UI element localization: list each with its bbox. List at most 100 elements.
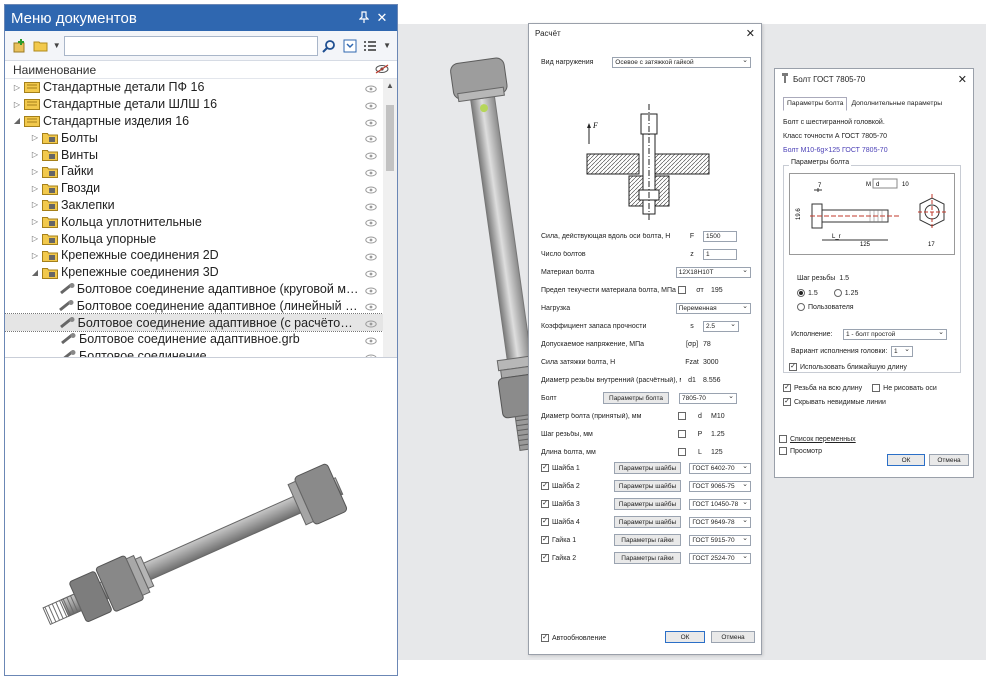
view-options-icon[interactable] — [362, 37, 380, 55]
part-enable-checkbox[interactable]: ✓ — [541, 554, 549, 562]
visibility-eye-icon[interactable] — [365, 334, 377, 348]
part-standard-select[interactable]: ГОСТ 10450-78 — [689, 498, 751, 510]
part-enable-checkbox[interactable]: ✓ — [541, 482, 549, 490]
execution-select[interactable]: 1 - болт простой — [843, 329, 947, 340]
visibility-eye-icon[interactable] — [365, 99, 377, 113]
vars-list-label[interactable]: Список переменных — [790, 436, 856, 443]
bolt-params-button[interactable]: Параметры болта — [603, 392, 669, 404]
scrollbar-thumb[interactable] — [386, 105, 394, 171]
param-override-checkbox[interactable] — [678, 286, 686, 294]
tree-item[interactable]: Болтовое соединение адаптивное (линейный… — [5, 297, 397, 314]
expand-toggle-icon[interactable]: ▷ — [29, 217, 41, 226]
tree-item[interactable]: ▷ Заклепки — [5, 197, 397, 214]
param-override-checkbox[interactable] — [678, 448, 686, 456]
param-override-checkbox[interactable] — [678, 412, 686, 420]
load-type-select[interactable]: Осевое с затяжкой гайкой — [612, 56, 751, 68]
part-standard-select[interactable]: ГОСТ 6402-70 — [689, 462, 751, 474]
visibility-eye-icon[interactable] — [365, 216, 377, 230]
expand-toggle-icon[interactable]: ▷ — [29, 184, 41, 193]
preview-checkbox[interactable] — [779, 447, 787, 455]
part-params-button[interactable]: Параметры шайбы — [613, 516, 682, 528]
expand-toggle-icon[interactable]: ▷ — [29, 234, 41, 243]
close-icon[interactable]: ✕ — [373, 10, 391, 26]
column-header-name[interactable]: Наименование — [13, 63, 96, 77]
expand-toggle-icon[interactable]: ▷ — [29, 251, 41, 260]
param-value[interactable]: 1500 — [703, 230, 737, 242]
tree-item[interactable]: ▷ Крепежные соединения 2D — [5, 247, 397, 264]
tree-item[interactable]: ▷ Гвозди — [5, 180, 397, 197]
nearest-length-checkbox[interactable]: ✓ — [789, 363, 797, 371]
param-value[interactable]: 2.5 — [703, 320, 739, 332]
chevron-down-icon[interactable]: ▼ — [383, 41, 391, 50]
visibility-toggle-icon[interactable] — [375, 63, 389, 77]
part-params-button[interactable]: Параметры гайки — [613, 552, 682, 564]
tree-item[interactable]: ◢ Крепежные соединения 3D — [5, 264, 397, 281]
part-enable-checkbox[interactable]: ✓ — [541, 464, 549, 472]
visibility-eye-icon[interactable] — [365, 82, 377, 96]
tree-item[interactable]: ▷ Стандартные детали ШЛШ 16 — [5, 96, 397, 113]
cancel-button[interactable]: Отмена — [929, 454, 969, 466]
visibility-eye-icon[interactable] — [365, 166, 377, 180]
visibility-eye-icon[interactable] — [365, 132, 377, 146]
expand-toggle-icon[interactable]: ▷ — [29, 150, 41, 159]
part-standard-select[interactable]: ГОСТ 5915-70 — [689, 534, 751, 546]
visibility-eye-icon[interactable] — [365, 317, 377, 331]
tree-item[interactable]: ▷ Стандартные детали ПФ 16 — [5, 79, 397, 96]
tab-bolt-params[interactable]: Параметры болта — [783, 97, 848, 111]
open-folder-icon[interactable] — [32, 37, 50, 55]
tree-item[interactable]: Болтовое соединение адаптивное (с расчёт… — [5, 313, 397, 332]
new-document-icon[interactable] — [11, 37, 29, 55]
part-standard-select[interactable]: ГОСТ 9649-78 — [689, 516, 751, 528]
visibility-eye-icon[interactable] — [365, 116, 377, 130]
tree-item[interactable]: Болтовое соединение адаптивное.grb — [5, 331, 397, 348]
part-enable-checkbox[interactable]: ✓ — [541, 518, 549, 526]
part-standard-select[interactable]: ГОСТ 9065-75 — [689, 480, 751, 492]
part-params-button[interactable]: Параметры шайбы — [613, 498, 682, 510]
expand-toggle-icon[interactable]: ▷ — [29, 167, 41, 176]
cancel-button[interactable]: Отмена — [711, 631, 755, 643]
expand-toggle-icon[interactable]: ◢ — [29, 268, 41, 277]
auto-update-checkbox[interactable]: ✓ — [541, 634, 549, 642]
visibility-eye-icon[interactable] — [365, 183, 377, 197]
no-axes-checkbox[interactable] — [872, 384, 881, 392]
search-icon[interactable] — [321, 37, 339, 55]
expand-toggle-icon[interactable]: ▷ — [29, 200, 41, 209]
param-value[interactable]: Переменная — [675, 302, 751, 314]
tree-item[interactable]: ▷ Кольца уплотнительные — [5, 213, 397, 230]
filter-icon[interactable] — [341, 37, 359, 55]
close-icon[interactable]: ✕ — [958, 73, 967, 86]
expand-toggle-icon[interactable]: ▷ — [11, 83, 23, 92]
visibility-eye-icon[interactable] — [365, 250, 377, 264]
pitch-radio-1[interactable] — [797, 289, 805, 297]
part-params-button[interactable]: Параметры гайки — [613, 534, 682, 546]
tree-item[interactable]: ▷ Винты — [5, 146, 397, 163]
part-enable-checkbox[interactable]: ✓ — [541, 500, 549, 508]
tree-item[interactable]: ◢ Стандартные изделия 16 — [5, 113, 397, 130]
pin-icon[interactable] — [355, 10, 373, 26]
expand-toggle-icon[interactable]: ▷ — [11, 100, 23, 109]
param-override-checkbox[interactable] — [678, 430, 686, 438]
tree-item[interactable]: ▷ Кольца упорные — [5, 230, 397, 247]
hide-lines-checkbox[interactable]: ✓ — [783, 398, 791, 406]
chevron-down-icon[interactable]: ▼ — [53, 41, 61, 50]
visibility-eye-icon[interactable] — [365, 267, 377, 281]
bolt-standard-select[interactable]: 7805-70 — [679, 392, 737, 404]
tree-item[interactable]: ▷ Гайки — [5, 163, 397, 180]
part-params-button[interactable]: Параметры шайбы — [613, 480, 682, 492]
part-params-button[interactable]: Параметры шайбы — [613, 462, 682, 474]
tree-item[interactable]: Болтовое соединение адаптивное (круговой… — [5, 281, 397, 298]
expand-toggle-icon[interactable]: ◢ — [11, 116, 23, 125]
ok-button[interactable]: ОК — [665, 631, 705, 643]
visibility-eye-icon[interactable] — [365, 233, 377, 247]
scroll-up-icon[interactable]: ▲ — [383, 81, 397, 90]
part-enable-checkbox[interactable]: ✓ — [541, 536, 549, 544]
part-standard-select[interactable]: ГОСТ 2524-70 — [689, 552, 751, 564]
param-value[interactable]: 1 — [703, 248, 737, 260]
visibility-eye-icon[interactable] — [365, 149, 377, 163]
pitch-radio-user[interactable] — [797, 303, 805, 311]
visibility-eye-icon[interactable] — [365, 200, 377, 214]
ok-button[interactable]: ОК — [887, 454, 925, 466]
tree-scrollbar[interactable]: ▲ ▼ — [383, 79, 397, 369]
tree-item[interactable]: ▷ Болты — [5, 129, 397, 146]
visibility-eye-icon[interactable] — [365, 300, 377, 314]
